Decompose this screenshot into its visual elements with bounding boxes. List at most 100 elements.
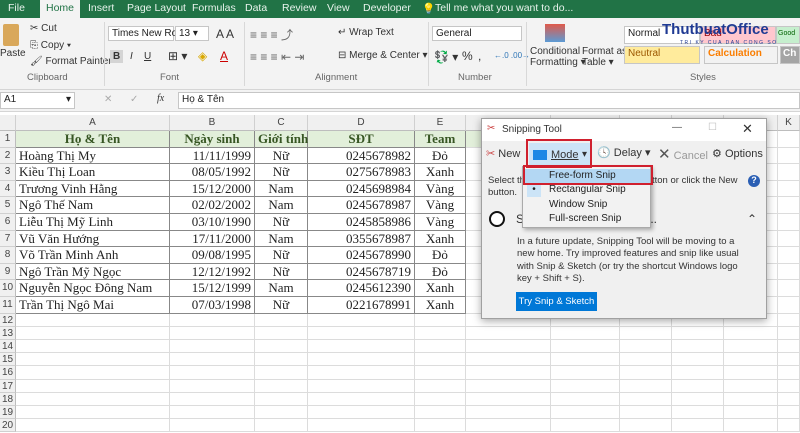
table-cell[interactable] (724, 392, 778, 406)
table-cell[interactable] (255, 419, 308, 433)
table-cell[interactable]: 0245678982 (308, 147, 415, 165)
table-cell[interactable] (255, 406, 308, 420)
table-cell[interactable] (778, 263, 800, 281)
table-cell[interactable]: Đỏ (415, 147, 466, 165)
table-cell[interactable]: 0245678990 (308, 247, 415, 264)
table-cell[interactable]: Nam (255, 180, 308, 198)
style-neutral[interactable]: Neutral (624, 46, 700, 64)
table-cell[interactable] (308, 340, 415, 354)
table-cell[interactable] (16, 340, 170, 354)
table-cell[interactable]: 0245612390 (308, 280, 415, 297)
select-all-corner[interactable] (0, 115, 16, 131)
table-cell[interactable] (778, 379, 800, 393)
tab-home[interactable]: Home (40, 0, 81, 18)
help-icon[interactable]: ? (748, 175, 760, 187)
table-cell[interactable] (778, 164, 800, 181)
table-cell[interactable]: Hoàng Thị My (16, 147, 170, 165)
style-good[interactable]: Good (776, 26, 800, 44)
table-cell[interactable] (778, 340, 800, 354)
table-cell[interactable] (466, 419, 551, 433)
table-cell[interactable]: 0245858986 (308, 214, 415, 231)
table-cell[interactable] (724, 340, 778, 354)
table-cell[interactable] (255, 392, 308, 406)
table-cell[interactable]: Kiều Thị Loan (16, 164, 170, 181)
copy-button[interactable]: ⎘ Copy ▾ (30, 40, 71, 51)
table-cell[interactable]: 08/05/1992 (170, 164, 255, 181)
table-cell[interactable] (466, 353, 551, 367)
table-cell[interactable] (724, 419, 778, 433)
table-cell[interactable] (308, 326, 415, 340)
table-cell[interactable]: Nam (255, 280, 308, 297)
table-cell[interactable] (466, 392, 551, 406)
table-cell[interactable] (778, 366, 800, 380)
table-cell[interactable] (16, 326, 170, 340)
table-cell[interactable] (308, 379, 415, 393)
table-cell[interactable] (672, 340, 724, 354)
table-header-cell[interactable]: Team (415, 131, 466, 148)
table-cell[interactable]: 11/11/1999 (170, 147, 255, 165)
table-cell[interactable]: 0355678987 (308, 230, 415, 248)
row-header[interactable]: 6 (0, 214, 16, 231)
table-cell[interactable] (620, 406, 672, 420)
column-header-C[interactable]: C (255, 115, 308, 131)
table-cell[interactable] (308, 313, 415, 327)
tab-formulas[interactable]: Formulas (192, 2, 236, 14)
underline-button[interactable]: U (144, 51, 151, 62)
table-cell[interactable] (16, 406, 170, 420)
row-header[interactable]: 13 (0, 326, 16, 340)
table-cell[interactable]: Trần Thị Ngô Mai (16, 297, 170, 314)
table-cell[interactable]: Võ Trần Minh Anh (16, 247, 170, 264)
decimal-icon[interactable]: ←.0 .00→ (494, 51, 530, 60)
table-cell[interactable]: 0245698984 (308, 180, 415, 198)
table-cell[interactable]: Nữ (255, 147, 308, 165)
row-header[interactable]: 11 (0, 297, 16, 314)
table-cell[interactable] (551, 392, 620, 406)
table-cell[interactable] (620, 340, 672, 354)
insert-function-icon[interactable]: fx (157, 93, 164, 104)
table-cell[interactable] (466, 406, 551, 420)
enter-icon[interactable]: ✓ (130, 94, 138, 105)
table-cell[interactable] (466, 366, 551, 380)
table-cell[interactable]: 03/10/1990 (170, 214, 255, 231)
table-cell[interactable] (415, 340, 466, 354)
title-bar[interactable]: ✂ Snipping Tool — ☐ ✕ (482, 119, 766, 141)
tab-view[interactable]: View (327, 2, 350, 14)
table-cell[interactable] (778, 392, 800, 406)
table-cell[interactable] (724, 406, 778, 420)
row-header[interactable]: 4 (0, 180, 16, 198)
align-top-icon[interactable]: ≡ ≡ ≡ ⤴ (250, 26, 293, 43)
table-cell[interactable] (672, 406, 724, 420)
table-cell[interactable] (308, 392, 415, 406)
table-cell[interactable] (170, 313, 255, 327)
close-button[interactable]: ✕ (742, 121, 753, 137)
table-cell[interactable]: Xanh (415, 280, 466, 297)
fill-color-icon[interactable]: ◈ (198, 49, 207, 63)
table-cell[interactable] (16, 313, 170, 327)
minimize-button[interactable]: — (672, 122, 682, 133)
table-cell[interactable]: Vũ Văn Hướng (16, 230, 170, 248)
table-cell[interactable] (16, 366, 170, 380)
column-header-A[interactable]: A (16, 115, 170, 131)
table-cell[interactable] (778, 197, 800, 214)
table-cell[interactable] (415, 379, 466, 393)
table-cell[interactable] (16, 353, 170, 367)
tab-file[interactable]: File (8, 2, 25, 14)
table-cell[interactable]: Xanh (415, 164, 466, 181)
tab-developer[interactable]: Developer (363, 2, 411, 14)
currency-icon[interactable]: 💱 ▾ (434, 50, 458, 64)
table-cell[interactable] (620, 353, 672, 367)
table-cell[interactable]: Vàng (415, 180, 466, 198)
format-as-table-button[interactable]: Format as Table ▾ (582, 46, 627, 68)
table-cell[interactable]: 0221678991 (308, 297, 415, 314)
borders-icon[interactable]: ⊞ ▾ (168, 49, 187, 63)
column-header-B[interactable]: B (170, 115, 255, 131)
table-cell[interactable] (255, 379, 308, 393)
table-cell[interactable] (724, 353, 778, 367)
table-cell[interactable] (724, 379, 778, 393)
number-format-select[interactable]: General (432, 26, 522, 41)
table-cell[interactable] (255, 353, 308, 367)
table-cell[interactable] (415, 353, 466, 367)
table-cell[interactable] (778, 419, 800, 433)
table-cell[interactable] (778, 247, 800, 264)
table-cell[interactable]: 0275678983 (308, 164, 415, 181)
